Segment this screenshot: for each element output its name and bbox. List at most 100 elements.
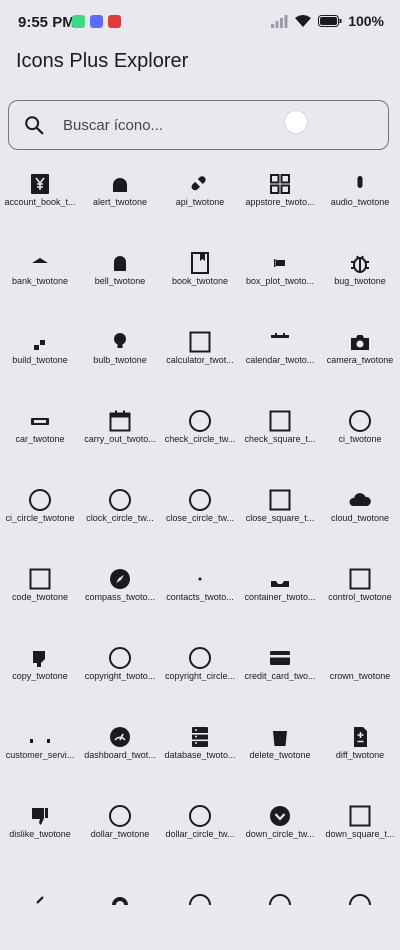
pill-icon [191,176,206,191]
icon-label: check_square_t... [244,434,316,444]
circle-outline-icon [189,410,211,432]
battery-level: 100% [348,13,384,29]
status-time: 9:55 PM [18,14,75,31]
touch-indicator [284,110,308,134]
icon-tile[interactable]: calendar_twoto... [240,318,320,397]
icon-tile[interactable] [320,871,400,950]
gauge-icon [110,727,130,747]
icon-tile[interactable]: control_twotone [320,555,400,634]
icon-tile[interactable]: customer_servi... [0,713,80,792]
bin-icon [273,731,287,746]
icon-tile[interactable] [240,871,320,950]
icon-tile[interactable]: dollar_twotone [80,792,160,871]
icon-tile[interactable]: carry_out_twoto... [80,397,160,476]
icon-tile[interactable]: close_circle_tw... [160,476,240,555]
icon-label: dollar_twotone [90,829,150,839]
icon-label: car_twotone [15,434,65,444]
icon-label: close_square_t... [245,513,315,523]
icon-label: copy_twotone [12,671,68,681]
icon-tile[interactable]: book_twotone [160,239,240,318]
icon-label: bank_twotone [11,276,69,286]
search-input[interactable] [61,101,365,150]
calendar-top-icon [271,333,289,338]
icon-tile[interactable]: account_book_t... [0,160,80,239]
icon-tile[interactable]: down_circle_tw... [240,792,320,871]
icon-tile[interactable]: crown_twotone [320,634,400,713]
down-circle-icon [270,806,290,826]
icon-tile[interactable]: down_square_t... [320,792,400,871]
icon-tile[interactable]: check_square_t... [240,397,320,476]
yen-icon [31,174,49,194]
icon-tile[interactable]: delete_twotone [240,713,320,792]
icon-tile[interactable]: contacts_twoto... [160,555,240,634]
partial-circle-icon [269,894,291,906]
circle-outline-icon [189,805,211,827]
search-box[interactable] [8,100,389,150]
wifi-icon [295,15,312,27]
icon-label: build_twotone [12,355,68,365]
icon-tile[interactable]: credit_card_two... [240,634,320,713]
icon-tile[interactable]: copyright_circle... [160,634,240,713]
icon-tile[interactable]: container_twoto... [240,555,320,634]
icon-tile[interactable] [160,871,240,950]
icon-tile[interactable]: code_twotone [0,555,80,634]
bell-icon [114,256,126,271]
icon-tile[interactable]: cloud_twotone [320,476,400,555]
icon-tile[interactable] [0,871,80,950]
icon-tile[interactable]: dislike_twotone [0,792,80,871]
icon-tile[interactable]: copyright_twoto... [80,634,160,713]
icon-tile[interactable]: camera_twotone [320,318,400,397]
icon-tile[interactable]: bank_twotone [0,239,80,318]
bug-icon [351,255,369,273]
square-outline-icon [269,489,291,511]
icon-label: check_circle_tw... [164,434,236,444]
circle-outline-icon [109,489,131,511]
icon-tile[interactable]: box_plot_twoto... [240,239,320,318]
icon-tile[interactable]: bell_twotone [80,239,160,318]
camera-icon [351,335,369,350]
icon-label: diff_twotone [335,750,385,760]
compass-icon [110,569,130,589]
circle-outline-icon [349,410,371,432]
icon-tile[interactable]: appstore_twoto... [240,160,320,239]
icon-tile[interactable]: alert_twotone [80,160,160,239]
icon-label: appstore_twoto... [245,197,315,207]
icon-tile[interactable]: copy_twotone [0,634,80,713]
icon-tile[interactable]: bug_twotone [320,239,400,318]
tri-up-icon [32,258,48,263]
database-icon [192,727,208,747]
icon-tile[interactable]: dollar_circle_tw... [160,792,240,871]
grid4-icon [270,174,290,194]
icon-label: crown_twotone [329,671,391,681]
status-bar: 9:55 PM 100% [0,0,400,44]
app-notification-icon [90,15,103,28]
icon-label: ci_twotone [338,434,382,444]
boxplot-icon [274,259,285,267]
icon-label: ci_circle_twotone [5,513,75,523]
icon-tile[interactable]: ci_circle_twotone [0,476,80,555]
icon-label: box_plot_twoto... [245,276,315,286]
icon-tile[interactable]: ci_twotone [320,397,400,476]
icon-label: close_circle_tw... [165,513,235,523]
icon-tile[interactable]: build_twotone [0,318,80,397]
icon-label: calculator_twot... [166,355,234,365]
search-icon [25,116,44,135]
icon-tile[interactable]: check_circle_tw... [160,397,240,476]
icon-label: dislike_twotone [9,829,71,839]
icon-tile[interactable] [80,871,160,950]
icon-tile[interactable]: close_square_t... [240,476,320,555]
icon-tile[interactable]: car_twotone [0,397,80,476]
icon-tile[interactable]: database_twoto... [160,713,240,792]
icon-tile[interactable]: bulb_twotone [80,318,160,397]
icon-tile[interactable]: api_twotone [160,160,240,239]
icon-tile[interactable]: clock_circle_tw... [80,476,160,555]
arch-small-icon [113,178,127,192]
circle-outline-icon [29,489,51,511]
icon-tile[interactable]: audio_twotone [320,160,400,239]
icon-label: copyright_twoto... [84,671,156,681]
icon-tile[interactable]: calculator_twot... [160,318,240,397]
icon-tile[interactable]: diff_twotone [320,713,400,792]
icon-tile[interactable]: dashboard_twot... [80,713,160,792]
icon-label: delete_twotone [249,750,311,760]
icon-tile[interactable]: compass_twoto... [80,555,160,634]
